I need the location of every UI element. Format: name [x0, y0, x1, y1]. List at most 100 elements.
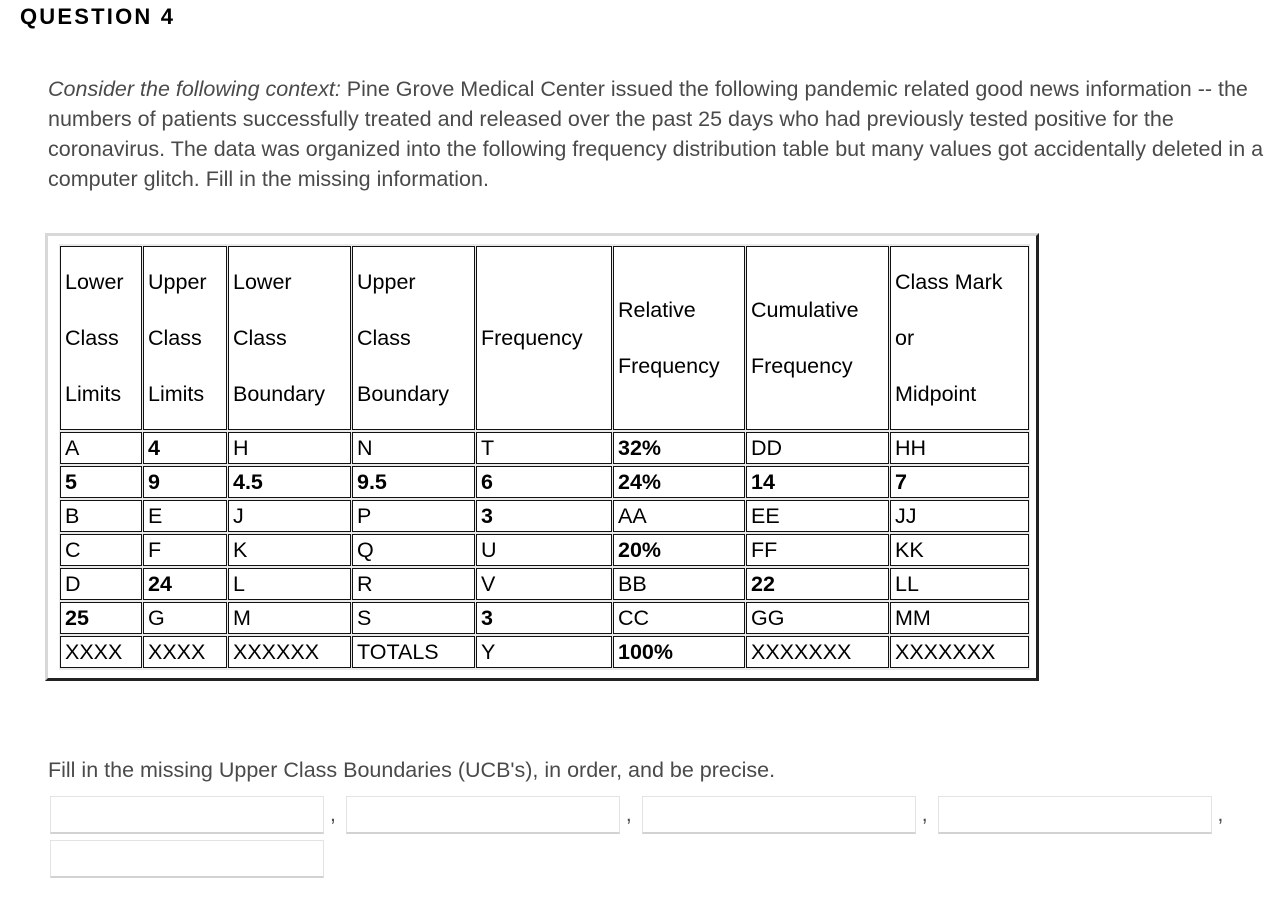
table-cell: LL	[890, 568, 1029, 600]
table-cell: V	[476, 568, 612, 600]
table-cell: GG	[746, 602, 889, 634]
table-header-line: Class	[148, 326, 202, 350]
table-cell: R	[352, 568, 475, 600]
table-header-cell-content: Cumulative Frequency	[747, 247, 888, 429]
table-cell: EE	[746, 500, 889, 532]
table-header-line: Frequency	[751, 354, 853, 378]
table-cell: AA	[613, 500, 745, 532]
table-cell: 9	[143, 466, 227, 498]
table-header-line: Boundary	[357, 382, 450, 406]
table-cell: XXXXXXX	[890, 636, 1029, 668]
table-row: B E J P 3 AA EE JJ	[60, 500, 1029, 532]
table-header-cell-content: Upper Class Boundary	[353, 247, 474, 429]
table-cell: K	[228, 534, 351, 566]
table-header-cell-content: Class Mark or Midpoint	[891, 247, 1028, 429]
table-header-line: Frequency	[618, 354, 720, 378]
question-page: QUESTION 4 Consider the following contex…	[0, 0, 1284, 910]
frequency-table-frame: Lower Class Limits Upper Class Limits Lower Cla…	[45, 233, 1039, 681]
answer-separator: ,	[921, 803, 928, 826]
table-cell: 4.5	[228, 466, 351, 498]
context-paragraph: Consider the following context: Pine Gro…	[48, 74, 1273, 194]
table-cell: M	[228, 602, 351, 634]
table-header-line: Frequency	[481, 326, 583, 350]
table-cell: Q	[352, 534, 475, 566]
table-header-line: Midpoint	[895, 382, 977, 406]
table-header-line: Upper	[148, 270, 207, 294]
table-cell: KK	[890, 534, 1029, 566]
table-header-cell: Lower Class Boundary	[228, 246, 351, 430]
answer-fields-container: ,,,,	[50, 796, 1280, 884]
table-cell: BB	[613, 568, 745, 600]
table-cell: Y	[476, 636, 612, 668]
answer-input-3[interactable]	[641, 796, 916, 834]
table-row: 5 9 4.5 9.5 6 24% 14 7	[60, 466, 1029, 498]
table-header-cell-content: Frequency	[477, 247, 611, 429]
table-header-cell: Frequency	[476, 246, 612, 430]
table-cell: J	[228, 500, 351, 532]
table-header-cell-content: Lower Class Limits	[61, 247, 141, 429]
table-row: 25 G M S 3 CC GG MM	[60, 602, 1029, 634]
table-cell: A	[60, 432, 142, 464]
table-cell: FF	[746, 534, 889, 566]
answer-separator: ,	[625, 803, 632, 826]
table-header-line: Lower	[233, 270, 292, 294]
table-header-cell-content: Upper Class Limits	[144, 247, 226, 429]
answer-prompt: Fill in the missing Upper Class Boundari…	[48, 758, 776, 782]
answer-input-2[interactable]	[345, 796, 620, 834]
table-header-cell: Upper Class Limits	[143, 246, 227, 430]
answer-separator: ,	[1217, 803, 1224, 826]
table-cell: 5	[60, 466, 142, 498]
answer-input-5[interactable]	[50, 840, 324, 878]
table-cell: XXXXXX	[228, 636, 351, 668]
table-header-line: Class	[357, 326, 411, 350]
table-header-line: Lower	[65, 270, 124, 294]
answer-input-4[interactable]	[937, 796, 1212, 834]
table-cell: XXXX	[60, 636, 142, 668]
table-header-cell: Upper Class Boundary	[352, 246, 475, 430]
answer-separator: ,	[330, 803, 336, 826]
table-cell: 32%	[613, 432, 745, 464]
table-header-cell: Lower Class Limits	[60, 246, 142, 430]
table-cell: C	[60, 534, 142, 566]
table-header-line: Limits	[65, 382, 122, 406]
table-cell: 3	[476, 602, 612, 634]
table-cell: 6	[476, 466, 612, 498]
table-cell: HH	[890, 432, 1029, 464]
table-cell: 22	[746, 568, 889, 600]
table-cell: G	[143, 602, 227, 634]
table-cell: D	[60, 568, 142, 600]
table-header-line: Boundary	[233, 382, 326, 406]
answer-input-1[interactable]	[50, 796, 324, 834]
table-cell: 24	[143, 568, 227, 600]
table-cell: 100%	[613, 636, 745, 668]
table-cell: 3	[476, 500, 612, 532]
table-header-cell-content: Relative Frequency	[614, 247, 744, 429]
frequency-distribution-table: Lower Class Limits Upper Class Limits Lower Cla…	[59, 244, 1030, 670]
table-cell: CC	[613, 602, 745, 634]
table-cell: XXXXXXX	[746, 636, 889, 668]
table-header-cell: Class Mark or Midpoint	[890, 246, 1029, 430]
table-row: A 4 H N T 32% DD HH	[60, 432, 1029, 464]
page-title: QUESTION 4	[20, 4, 176, 29]
table-cell: 7	[890, 466, 1029, 498]
table-cell: 14	[746, 466, 889, 498]
frequency-table-inner: Lower Class Limits Upper Class Limits Lower Cla…	[59, 244, 1030, 670]
table-header-cell: Cumulative Frequency	[746, 246, 889, 430]
table-header-line: Upper	[357, 270, 416, 294]
table-cell: JJ	[890, 500, 1029, 532]
table-cell: H	[228, 432, 351, 464]
table-header-line: Class	[65, 326, 119, 350]
table-cell: 24%	[613, 466, 745, 498]
context-lead-label: Consider the following context:	[48, 77, 341, 101]
table-cell: XXXX	[143, 636, 227, 668]
table-header-line: Class Mark	[895, 270, 1003, 294]
table-header-line: Cumulative	[751, 298, 859, 322]
table-cell: DD	[746, 432, 889, 464]
table-cell: E	[143, 500, 227, 532]
table-cell: MM	[890, 602, 1029, 634]
table-row: XXXX XXXX XXXXXX TOTALS Y 100% XXXXXXX XXXXXXX	[60, 636, 1029, 668]
table-header-cell-content: Lower Class Boundary	[229, 247, 350, 429]
table-header-cell: Relative Frequency	[613, 246, 745, 430]
table-cell: N	[352, 432, 475, 464]
table-cell: S	[352, 602, 475, 634]
